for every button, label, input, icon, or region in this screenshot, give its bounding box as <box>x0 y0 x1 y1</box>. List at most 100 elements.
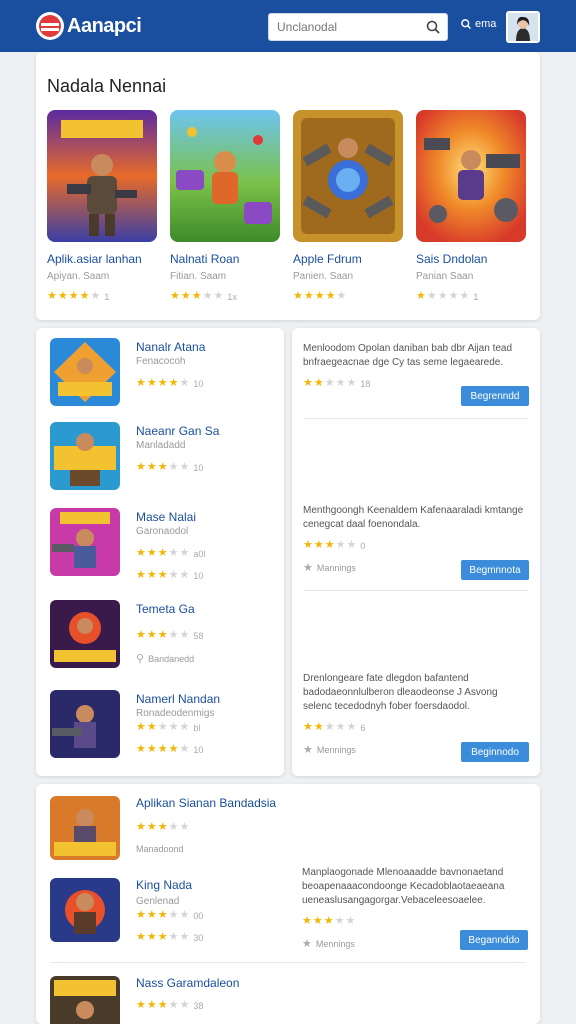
star-empty-icon: ★ <box>168 821 179 833</box>
game-thumbnail <box>170 110 280 242</box>
star-filled-icon: ★ <box>313 377 324 389</box>
star-empty-icon: ★ <box>335 721 346 733</box>
rating-count: 10 <box>193 378 204 389</box>
star-rating: ★ ★ ★ ★ ★ <box>136 1000 189 1011</box>
star-filled-icon: ★ <box>68 290 79 302</box>
star-empty-icon: ★ <box>335 377 346 389</box>
rating: ★ ★ ★ ★ ★ 00 <box>136 910 203 921</box>
star-empty-icon: ★ <box>168 547 179 559</box>
star-filled-icon: ★ <box>79 290 90 302</box>
rating-count: 0 <box>360 540 366 551</box>
top-search-button[interactable]: ema <box>460 18 496 30</box>
star-filled-icon: ★ <box>303 721 313 733</box>
rating: ★ ★ ★ ★ ★ 1 <box>47 291 157 302</box>
featured-item-title: Apple Fdrum <box>293 252 362 266</box>
star-filled-icon: ★ <box>302 915 312 927</box>
star-rating: ★ ★ ★ ★ ★ <box>136 630 189 641</box>
featured-item[interactable]: Nalnati Roan Fitian. Saam ★ ★ ★ ★ ★ 1x <box>170 110 280 302</box>
begin-button[interactable]: Begrenndd <box>461 386 529 406</box>
rating-meta-text: Bandanedd <box>148 653 195 664</box>
list-item-subtitle: Manladadd <box>136 440 186 451</box>
begin-button[interactable]: Begannddo <box>460 930 528 950</box>
star-empty-icon: ★ <box>168 909 179 921</box>
star-filled-icon: ★ <box>324 539 335 551</box>
list-item[interactable]: Nass Garamdaleon ★ ★ ★ ★ ★ 38 <box>50 976 290 1024</box>
star-rating: ★ ★ ★ ★ ★ <box>136 462 189 473</box>
rating: ★ ★ ★ ★ ★ 10 <box>136 462 203 473</box>
rating: ★ ★ ★ ★ ★ 6 <box>303 722 529 733</box>
rating-count: 58 <box>193 630 204 641</box>
rating-count: 10 <box>193 570 204 581</box>
begin-button[interactable]: Beginnodo <box>461 742 529 762</box>
star-outline-icon: ★ <box>303 744 313 756</box>
star-empty-icon: ★ <box>324 721 335 733</box>
rating: ★ ★ ★ ★ ★ 10 <box>136 378 203 389</box>
rating-count: 30 <box>193 932 204 943</box>
divider <box>303 590 529 591</box>
star-filled-icon: ★ <box>146 547 157 559</box>
list-item-title: Naeanr Gan Sa <box>136 424 220 438</box>
rating: ★ ★ ★ ★ ★ bl <box>136 722 200 733</box>
logo-icon <box>36 12 64 40</box>
star-filled-icon: ★ <box>146 743 157 755</box>
pin-icon: ⚲ <box>136 653 145 665</box>
description-card: Menloodom Opolan daniban bab dbr Aijan t… <box>292 328 540 776</box>
search-input[interactable] <box>269 14 419 40</box>
rating: ★ ★ ★ ★ ★ 10 <box>136 744 203 755</box>
star-filled-icon: ★ <box>136 547 146 559</box>
star-filled-icon: ★ <box>157 931 168 943</box>
list-item[interactable]: Mase Nalai Garonaodol ★ ★ ★ ★ ★ a0l ★ ★ ★ ★ ★ 10 <box>50 508 275 581</box>
star-empty-icon: ★ <box>179 461 190 473</box>
star-filled-icon: ★ <box>170 290 180 302</box>
rating: ★ ★ ★ ★ ★ 1 <box>416 291 526 302</box>
star-rating: ★ ★ ★ ★ ★ <box>47 291 100 302</box>
list-item[interactable]: Nanalr Atana Fenacocoh ★ ★ ★ ★ ★ 10 <box>50 338 275 410</box>
star-filled-icon: ★ <box>136 821 146 833</box>
star-empty-icon: ★ <box>179 821 190 833</box>
rating: ★ ★ ★ ★ ★ 1x <box>170 291 280 302</box>
logo[interactable]: Aanapci <box>36 12 142 40</box>
divider <box>303 418 529 419</box>
rating: ★ ★ ★ ★ ★ <box>302 916 528 927</box>
game-thumbnail <box>293 110 403 242</box>
star-filled-icon: ★ <box>47 290 57 302</box>
star-filled-icon: ★ <box>146 569 157 581</box>
featured-item[interactable]: Aplik.asiar lanhan Apiyan. Saam ★ ★ ★ ★ ★ 1 <box>47 110 157 302</box>
star-empty-icon: ★ <box>168 721 179 733</box>
featured-item[interactable]: Apple Fdrum Panien. Saan ★ ★ ★ ★ ★ <box>293 110 403 302</box>
star-empty-icon: ★ <box>324 377 335 389</box>
list-item[interactable]: Aplikan Sianan Bandadsia ★ ★ ★ ★ ★ Manadoond <box>50 796 290 866</box>
rating-meta: ⚲ Bandanedd <box>136 652 194 665</box>
game-thumbnail <box>416 110 526 242</box>
list-item[interactable]: King Nada Genlenad ★ ★ ★ ★ ★ 00 ★ ★ ★ ★ ★ 30 <box>50 878 290 948</box>
star-filled-icon: ★ <box>157 999 168 1011</box>
description-text: Menthgoongh Keenaldem Kafenaaraladi kmta… <box>303 505 524 530</box>
star-filled-icon: ★ <box>157 461 168 473</box>
search-icon[interactable] <box>425 19 441 35</box>
begin-button[interactable]: Begmnnota <box>461 560 529 580</box>
top-search-label: ema <box>475 18 497 30</box>
star-filled-icon: ★ <box>136 909 146 921</box>
search-box <box>268 13 448 41</box>
star-empty-icon: ★ <box>345 915 356 927</box>
game-thumbnail <box>47 110 157 242</box>
avatar[interactable] <box>506 11 540 43</box>
rating-meta: Manadoond <box>136 844 184 854</box>
star-filled-icon: ★ <box>157 909 168 921</box>
featured-item[interactable]: Sais Dndolan Panian Saan ★ ★ ★ ★ ★ 1 <box>416 110 526 302</box>
user-avatar-icon <box>508 13 538 41</box>
rating: ★ ★ ★ ★ ★ 0 <box>303 540 529 551</box>
star-empty-icon: ★ <box>335 539 346 551</box>
star-empty-icon: ★ <box>168 629 179 641</box>
list-item-subtitle: Ronadeodenmigs <box>136 708 215 719</box>
rating-count: 1 <box>473 291 479 302</box>
game-icon <box>50 878 120 942</box>
star-rating: ★ ★ ★ ★ ★ <box>303 378 356 389</box>
list-item[interactable]: Temeta Ga ★ ★ ★ ★ ★ 58 ⚲ Bandanedd <box>50 600 275 672</box>
star-empty-icon: ★ <box>346 377 357 389</box>
list-item[interactable]: Namerl Nandan Ronadeodenmigs ★ ★ ★ ★ ★ bl ★ ★… <box>50 690 275 762</box>
featured-card: Nadala Nennai Aplik.asiar lanhan Apiyan.… <box>36 52 540 320</box>
star-rating: ★ ★ ★ ★ ★ <box>293 291 346 302</box>
list-item[interactable]: Naeanr Gan Sa Manladadd ★ ★ ★ ★ ★ 10 <box>50 422 275 494</box>
logo-text: Aanapci <box>67 14 142 37</box>
